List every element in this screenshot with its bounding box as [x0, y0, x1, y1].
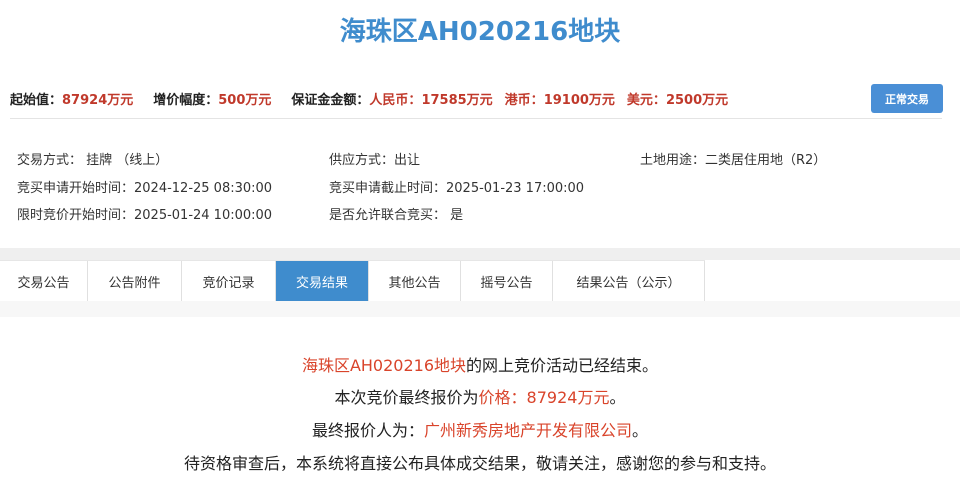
increment-value: 500万元: [218, 92, 272, 108]
apply-start-time: 竞买申请开始时间：2024-12-25 08:30:00: [17, 181, 273, 196]
normal-trade-button[interactable]: 正常交易: [871, 84, 943, 113]
increment-label: 增价幅度：: [153, 92, 219, 108]
trade-method: 交易方式： 挂牌 （线上）: [17, 153, 169, 168]
result-line-1: 海珠区AH020216地块的网上竞价活动已经结束。: [0, 355, 960, 377]
price-summary: 起始值： 87924万元 增价幅度： 500万元 保证金金额： 人民币： 175…: [10, 86, 728, 110]
rmb-value: 17585万元: [421, 92, 493, 108]
tab-announcement-attachments[interactable]: 公告附件: [88, 261, 182, 301]
parcel-name: 海珠区AH020216地块: [301, 356, 467, 375]
hkd-value: 19100万元: [543, 92, 615, 108]
divider: [10, 118, 942, 119]
land-use: 土地用途：二类居住用地（R2）: [640, 153, 827, 168]
rmb-label: 人民币：: [369, 92, 422, 108]
result-line-3: 最终报价人为：广州新秀房地产开发有限公司。: [0, 420, 960, 442]
section-separator: [0, 248, 960, 260]
apply-end-time: 竞买申请截止时间：2025-01-23 17:00:00: [329, 181, 585, 196]
tab-result-announcement[interactable]: 结果公告（公示）: [553, 261, 705, 301]
deposit-label: 保证金金额：: [291, 92, 370, 108]
result-line-1-text: 的网上竞价活动已经结束。: [466, 356, 659, 375]
page-title: 海珠区AH020216地块: [339, 17, 621, 47]
final-price: 价格：87924万元: [478, 388, 610, 407]
bid-start-time: 限时竞价开始时间：2025-01-24 10:00:00: [17, 208, 273, 223]
content-separator: [0, 301, 960, 317]
tab-bar: 交易公告 公告附件 竞价记录 交易结果 其他公告 摇号公告 结果公告（公示）: [0, 260, 705, 301]
final-bidder: 广州新秀房地产开发有限公司: [423, 421, 632, 440]
result-line-2: 本次竞价最终报价为价格：87924万元。: [0, 387, 960, 409]
hkd-label: 港币：: [504, 92, 544, 108]
supply-method: 供应方式：出让: [329, 153, 421, 168]
tab-trade-result[interactable]: 交易结果: [276, 261, 369, 301]
result-line-4: 待资格审查后，本系统将直接公布具体成交结果，敬请关注，感谢您的参与和支持。: [183, 454, 776, 473]
result-line-2-text: 本次竞价最终报价为: [334, 388, 479, 407]
result-line-3-text: 最终报价人为：: [311, 421, 424, 440]
tab-lottery-announcement[interactable]: 摇号公告: [461, 261, 553, 301]
start-price-value: 87924万元: [62, 92, 134, 108]
tab-bid-records[interactable]: 竞价记录: [182, 261, 276, 301]
start-price-label: 起始值：: [10, 92, 63, 108]
tab-trade-announcement[interactable]: 交易公告: [0, 261, 88, 301]
joint-bid-allowed: 是否允许联合竞买： 是: [329, 208, 464, 223]
usd-value: 2500万元: [665, 92, 729, 108]
result-line-2-end: 。: [609, 388, 626, 407]
tab-other-announcements[interactable]: 其他公告: [369, 261, 461, 301]
result-line-3-end: 。: [632, 421, 649, 440]
usd-label: 美元：: [626, 92, 666, 108]
